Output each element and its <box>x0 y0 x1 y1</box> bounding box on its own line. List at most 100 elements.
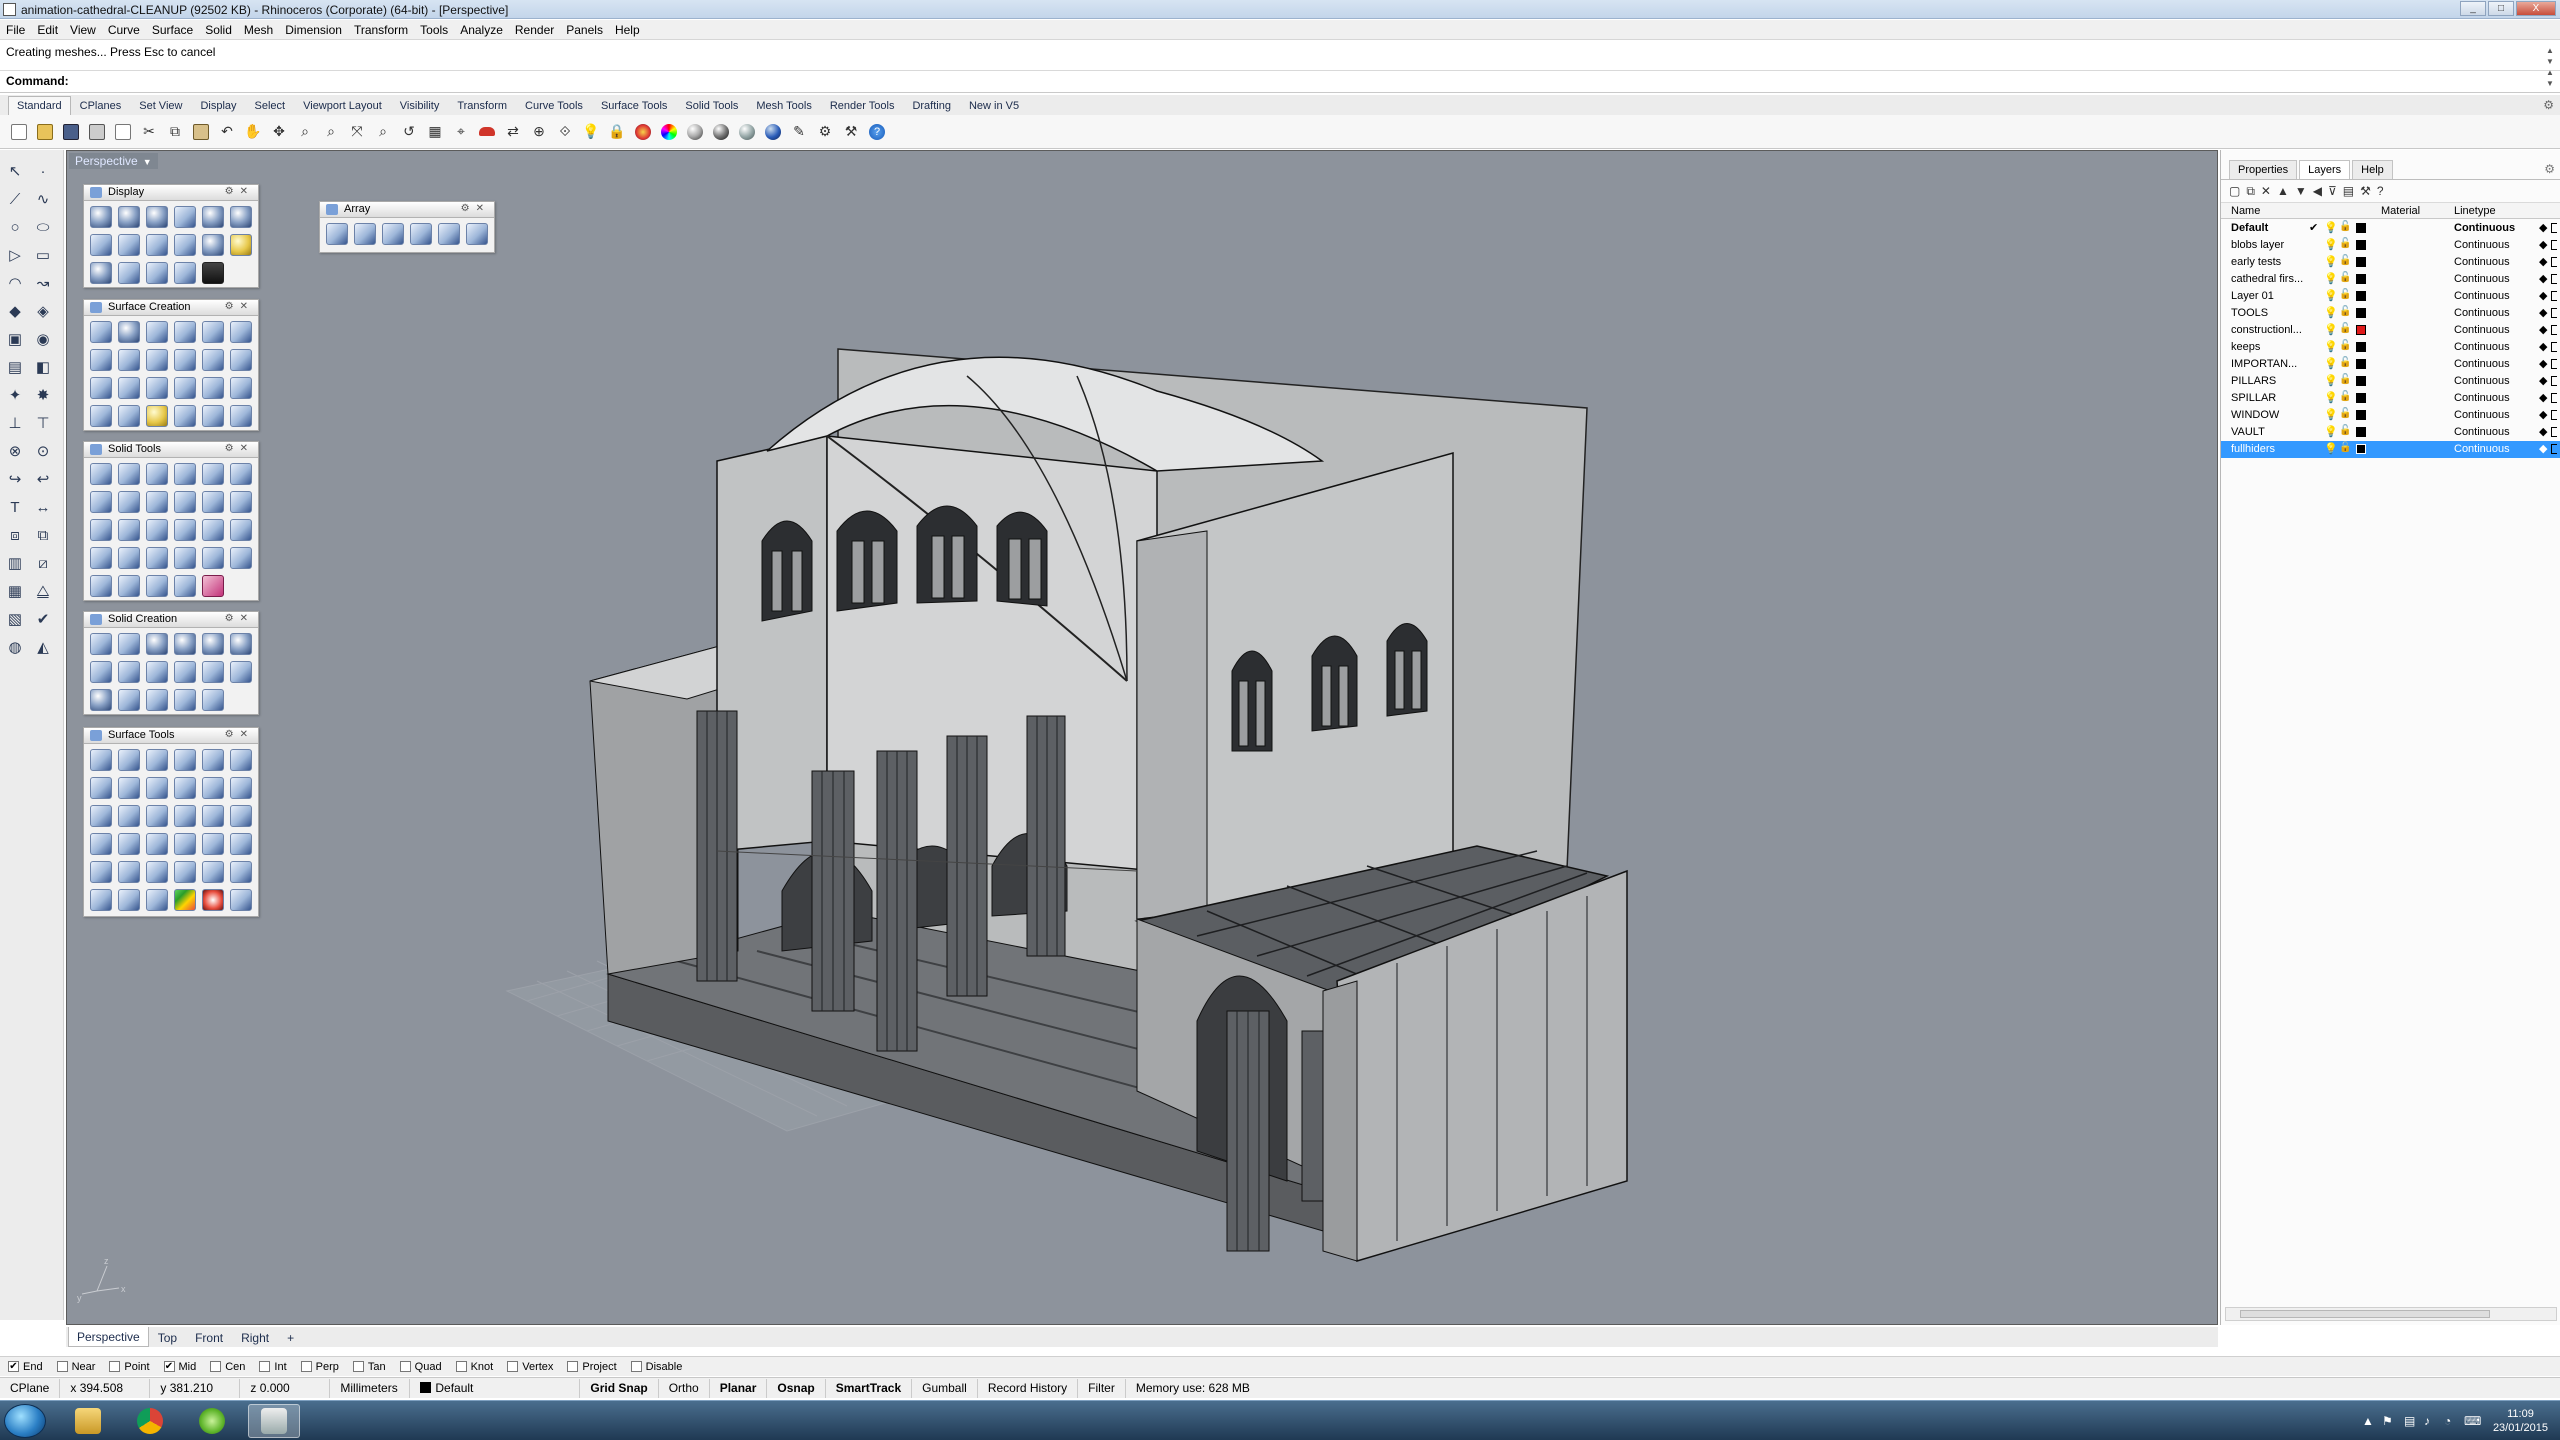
dimension-icon[interactable]: ↔ <box>32 496 54 518</box>
layer-row[interactable]: WINDOW 💡 🔓 Continuous ◆ <box>2221 407 2560 424</box>
import-icon[interactable] <box>112 121 134 143</box>
solid-tools-panel-header[interactable]: Solid Tools ⚙✕ <box>84 442 258 458</box>
tab-viewport-layout[interactable]: Viewport Layout <box>294 96 391 115</box>
select-arrow-icon[interactable]: ↖ <box>4 160 26 182</box>
print-width-icon[interactable] <box>2551 444 2557 454</box>
current-layer-indicator[interactable]: Default <box>410 1378 581 1398</box>
layer-row[interactable]: constructionl... 💡 🔓 Continuous ◆ <box>2221 322 2560 339</box>
edge-tools-icon[interactable] <box>118 833 140 855</box>
layer-color-swatch[interactable] <box>2356 393 2366 403</box>
layer-linetype[interactable]: Continuous <box>2454 239 2510 251</box>
print-color-icon[interactable]: ◆ <box>2539 442 2547 455</box>
move-icon[interactable]: ⇄ <box>502 121 524 143</box>
ortho-toggle[interactable]: Ortho <box>659 1378 710 1398</box>
print-color-icon[interactable]: ◆ <box>2539 425 2547 438</box>
layer-lock-icon[interactable]: 🔓 <box>2339 425 2351 436</box>
tab-front[interactable]: Front <box>186 1327 232 1347</box>
torus-icon[interactable] <box>202 633 224 655</box>
layer-color-swatch[interactable] <box>2356 274 2366 284</box>
print-width-icon[interactable] <box>2551 240 2557 250</box>
osnap-checkbox[interactable] <box>399 1361 411 1372</box>
sweep1-icon[interactable] <box>90 349 112 371</box>
layer-visibility-bulb-icon[interactable]: 💡 <box>2324 289 2338 302</box>
truncated-pyramid-icon[interactable] <box>174 661 196 683</box>
command-history-scrollbar[interactable]: ▲ ▼ ▲ ▼ <box>2544 45 2556 89</box>
start-button[interactable] <box>4 1404 46 1438</box>
new-sublayer-icon[interactable]: ⧉ <box>2246 184 2255 199</box>
tab-properties[interactable]: Properties <box>2229 160 2298 179</box>
fillet-edge-icon[interactable] <box>146 491 168 513</box>
panel-gear-close-icon[interactable]: ⚙✕ <box>225 729 254 740</box>
new-icon[interactable] <box>8 121 30 143</box>
refit-icon[interactable] <box>174 805 196 827</box>
print-color-icon[interactable]: ◆ <box>2539 340 2547 353</box>
layer-lock-icon[interactable]: 🔓 <box>2339 391 2351 402</box>
heightfield-icon[interactable] <box>146 377 168 399</box>
menu-edit[interactable]: Edit <box>31 20 64 39</box>
sphere-icon[interactable] <box>202 234 224 256</box>
tab-surface-tools[interactable]: Surface Tools <box>592 96 676 115</box>
zoom-dynamic-icon[interactable]: ⌕ <box>294 121 316 143</box>
osnap-checkbox[interactable] <box>210 1361 222 1372</box>
tab-curve-tools[interactable]: Curve Tools <box>516 96 592 115</box>
layer-row[interactable]: keeps 💡 🔓 Continuous ◆ <box>2221 339 2560 356</box>
tab-right[interactable]: Right <box>232 1327 278 1347</box>
tab-render-tools[interactable]: Render Tools <box>821 96 904 115</box>
layer-lock-icon[interactable]: 🔓 <box>2339 221 2351 232</box>
tab-cplanes[interactable]: CPlanes <box>71 96 131 115</box>
layer-linetype[interactable]: Continuous <box>2454 443 2510 455</box>
paraboloid-icon[interactable] <box>230 633 252 655</box>
print-color-icon[interactable]: ◆ <box>2539 272 2547 285</box>
print-width-icon[interactable] <box>2551 359 2557 369</box>
linetype-column-header[interactable]: Linetype <box>2454 205 2496 217</box>
layer-color-swatch[interactable] <box>2356 359 2366 369</box>
layer-linetype[interactable]: Continuous <box>2454 358 2510 370</box>
menu-mesh[interactable]: Mesh <box>238 20 279 39</box>
print-width-icon[interactable] <box>2551 291 2557 301</box>
explode-icon[interactable]: ✸ <box>32 384 54 406</box>
solid-points-icon[interactable] <box>174 575 196 597</box>
panel-gear-close-icon[interactable]: ⚙✕ <box>225 186 254 197</box>
layer-row[interactable]: blobs layer 💡 🔓 Continuous ◆ <box>2221 237 2560 254</box>
osnap-checkbox[interactable]: ✔ <box>163 1361 175 1372</box>
draft-angle-icon[interactable] <box>146 889 168 911</box>
lock-icon[interactable]: 🔒 <box>606 121 628 143</box>
blend-surface-icon[interactable] <box>174 377 196 399</box>
move-to-parent-icon[interactable]: ◀ <box>2313 184 2322 199</box>
fillet-surface-icon[interactable] <box>230 377 252 399</box>
untrim-surface-icon[interactable] <box>230 777 252 799</box>
unroll-icon[interactable] <box>118 861 140 883</box>
light-bulb-icon[interactable] <box>146 405 168 427</box>
gradient-icon[interactable] <box>90 262 112 284</box>
tab-drafting[interactable]: Drafting <box>903 96 960 115</box>
pyramid-icon[interactable] <box>118 661 140 683</box>
layer-visibility-bulb-icon[interactable]: 💡 <box>2324 442 2338 455</box>
pipe-solid-icon[interactable] <box>230 661 252 683</box>
menu-transform[interactable]: Transform <box>348 20 414 39</box>
array-surface-curve-icon[interactable] <box>438 223 460 245</box>
save-icon[interactable] <box>60 121 82 143</box>
tab-set-view[interactable]: Set View <box>130 96 191 115</box>
shell-icon[interactable] <box>230 463 252 485</box>
layer-row[interactable]: TOOLS 💡 🔓 Continuous ◆ <box>2221 305 2560 322</box>
print-color-icon[interactable]: ◆ <box>2539 238 2547 251</box>
extrude-curve-icon[interactable] <box>202 321 224 343</box>
rhino-app-icon[interactable] <box>3 3 16 16</box>
make-periodic-icon[interactable] <box>174 833 196 855</box>
layer-lock-icon[interactable]: 🔓 <box>2339 289 2351 300</box>
layer-color-swatch[interactable] <box>2356 308 2366 318</box>
osnap-cen[interactable]: Cen <box>210 1361 245 1373</box>
move-layer-up-icon[interactable]: ▲ <box>2277 184 2289 199</box>
taskbar-clock[interactable]: 11:09 23/01/2015 <box>2493 1407 2548 1435</box>
transform-icon[interactable]: ⧈ <box>4 524 26 546</box>
offset-surface-icon[interactable] <box>202 377 224 399</box>
tools-icon[interactable]: ⚒ <box>2360 184 2371 199</box>
trim-icon[interactable]: ⊥ <box>4 412 26 434</box>
panel-gear-close-icon[interactable]: ⚙✕ <box>225 613 254 624</box>
solid-from-surfaces-icon[interactable] <box>174 689 196 711</box>
osnap-vertex[interactable]: Vertex <box>507 1361 553 1373</box>
record-history-toggle[interactable]: Record History <box>978 1378 1079 1398</box>
layer-linetype[interactable]: Continuous <box>2454 324 2510 336</box>
power-icon[interactable]: ◔ <box>2444 1414 2451 1428</box>
create-solid-icon[interactable] <box>202 575 224 597</box>
